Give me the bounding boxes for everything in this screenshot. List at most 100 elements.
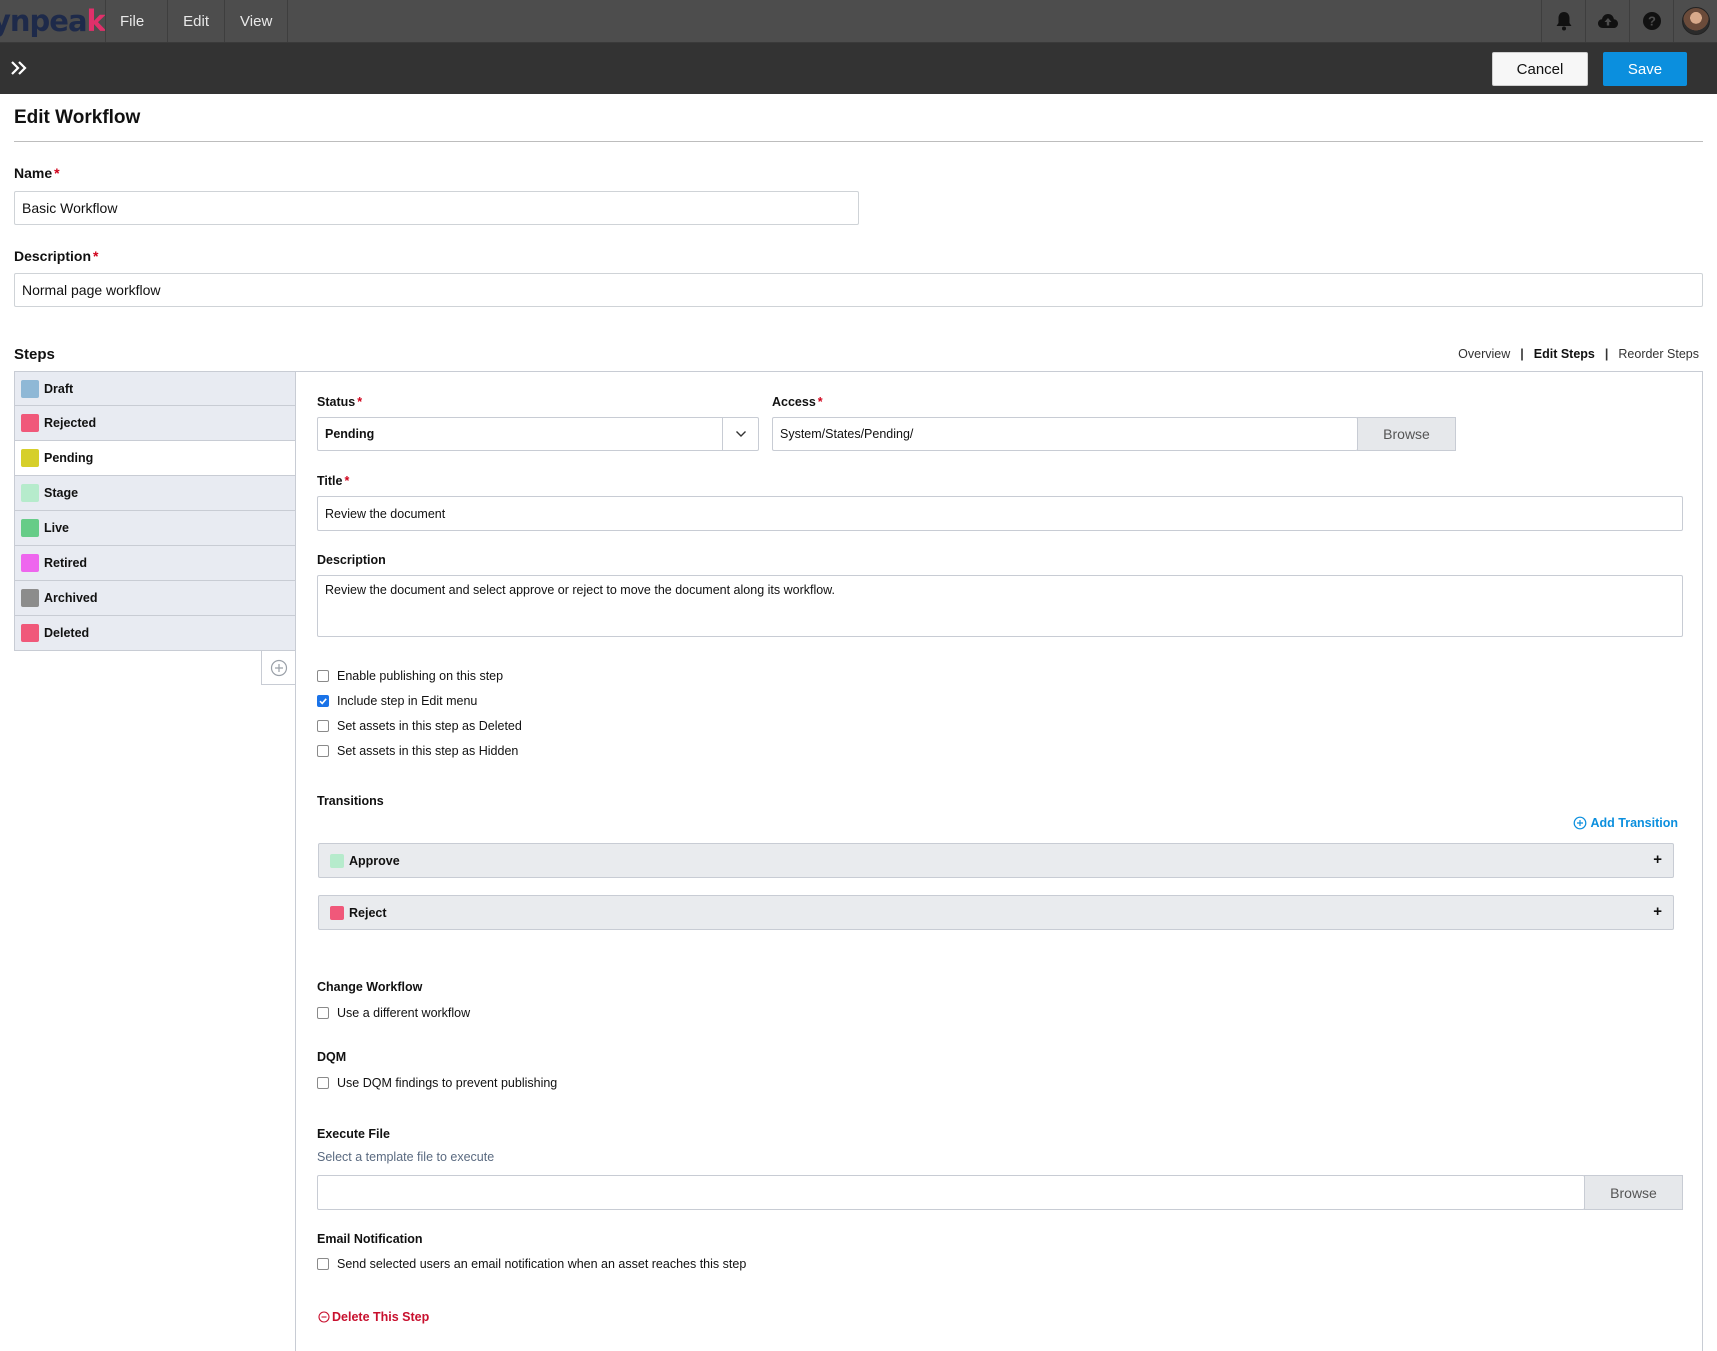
topbar-icons: ? — [1541, 0, 1717, 42]
email-notification-checkbox[interactable] — [317, 1258, 329, 1270]
execute-file-hint: Select a template file to execute — [317, 1150, 495, 1164]
change-workflow-label: Change Workflow — [317, 980, 423, 994]
required-mark: * — [817, 395, 823, 409]
plus-circle-icon — [1573, 816, 1586, 830]
title-label-text: Title — [317, 474, 343, 488]
different-workflow-checkbox[interactable] — [317, 1007, 329, 1019]
option-label: Use a different workflow — [337, 1006, 471, 1020]
svg-text:?: ? — [1648, 14, 1656, 29]
access-browse-button[interactable]: Browse — [1357, 417, 1456, 451]
menu-view[interactable]: View — [225, 0, 289, 42]
step-color-swatch — [21, 414, 39, 432]
expand-icon[interactable]: + — [1653, 851, 1662, 868]
cloud-upload-icon[interactable] — [1585, 0, 1629, 42]
option-label: Set assets in this step as Hidden — [337, 744, 519, 758]
step-item-live[interactable]: Live — [14, 511, 296, 546]
step-label: Live — [44, 521, 70, 535]
step-item-stage[interactable]: Stage — [14, 476, 296, 511]
page-title: Edit Workflow — [14, 107, 141, 128]
view-link-edit-steps[interactable]: Edit Steps — [1534, 347, 1595, 361]
expand-icon[interactable]: + — [1653, 903, 1662, 920]
execute-file-label: Execute File — [317, 1127, 390, 1141]
expand-sidebar-icon[interactable] — [9, 57, 31, 79]
step-label: Stage — [44, 486, 79, 500]
step-item-draft[interactable]: Draft — [14, 371, 296, 406]
step-item-pending[interactable]: Pending — [14, 441, 296, 476]
option-label: Use DQM findings to prevent publishing — [337, 1076, 558, 1090]
step-item-archived[interactable]: Archived — [14, 581, 296, 616]
step-color-swatch — [21, 519, 39, 537]
name-input[interactable]: Basic Workflow — [14, 191, 859, 225]
execute-file-input[interactable] — [317, 1175, 1585, 1210]
step-detail-panel: Status * Pending Access * System/States/Pe… — [295, 371, 1703, 1351]
step-color-swatch — [21, 554, 39, 572]
chevron-down-icon[interactable] — [722, 418, 758, 450]
dqm-checkbox[interactable] — [317, 1077, 329, 1089]
add-step-button[interactable] — [261, 651, 296, 685]
transition-color-swatch — [330, 905, 344, 920]
add-transition-button[interactable]: Add Transition — [1573, 816, 1679, 830]
option-include-in-edit-menu: Include step in Edit menu — [317, 694, 477, 708]
view-link-overview[interactable]: Overview — [1458, 347, 1510, 361]
step-color-swatch — [21, 589, 39, 607]
menu-file[interactable]: File — [106, 0, 169, 42]
step-color-swatch — [21, 379, 39, 398]
set-hidden-checkbox[interactable] — [317, 745, 329, 757]
enable-publishing-checkbox[interactable] — [317, 670, 329, 682]
add-transition-label: Add Transition — [1590, 816, 1679, 830]
status-select[interactable]: Pending — [317, 417, 759, 451]
access-label-text: Access — [772, 395, 816, 409]
description-input[interactable]: Normal page workflow — [14, 273, 1703, 307]
description-label-text: Description — [14, 248, 92, 264]
transition-reject[interactable]: Reject + — [318, 895, 1674, 930]
help-icon[interactable]: ? — [1629, 0, 1673, 42]
step-label: Pending — [44, 451, 94, 465]
step-item-retired[interactable]: Retired — [14, 546, 296, 581]
option-label: Set assets in this step as Deleted — [337, 719, 522, 733]
step-item-rejected[interactable]: Rejected — [14, 406, 296, 441]
set-deleted-checkbox[interactable] — [317, 720, 329, 732]
view-separator: | — [1520, 347, 1524, 361]
minus-circle-icon — [318, 1311, 330, 1323]
step-description-label: Description — [317, 553, 386, 567]
title-divider — [14, 141, 1703, 142]
save-button[interactable]: Save — [1603, 52, 1687, 86]
step-description-textarea[interactable]: Review the document and select approve o… — [317, 575, 1683, 637]
required-mark: * — [357, 395, 363, 409]
access-input[interactable]: System/States/Pending/ — [772, 417, 1358, 451]
step-color-swatch — [21, 449, 39, 467]
name-label: Name * — [14, 165, 60, 181]
step-title-input[interactable]: Review the document — [317, 496, 1683, 531]
option-set-hidden: Set assets in this step as Hidden — [317, 744, 518, 758]
execute-file-browse-button[interactable]: Browse — [1584, 1175, 1683, 1210]
access-label: Access * — [772, 395, 823, 409]
logo-accent: k — [86, 4, 105, 38]
menu-edit[interactable]: Edit — [168, 0, 226, 42]
bell-icon[interactable] — [1541, 0, 1585, 42]
status-label-text: Status — [317, 395, 356, 409]
description-label: Description * — [14, 248, 98, 264]
step-color-swatch — [21, 484, 39, 502]
view-separator: | — [1604, 347, 1609, 361]
steps-list: Draft Rejected Pending Stage Live Retire… — [14, 371, 296, 651]
dqm-label: DQM — [317, 1050, 347, 1064]
step-item-deleted[interactable]: Deleted — [14, 616, 296, 651]
cancel-button[interactable]: Cancel — [1492, 52, 1588, 86]
delete-step-button[interactable]: Delete This Step — [318, 1310, 429, 1324]
view-link-reorder-steps[interactable]: Reorder Steps — [1618, 347, 1699, 361]
transition-label: Approve — [349, 853, 400, 868]
app-logo[interactable]: ynpea k — [0, 0, 106, 42]
transitions-label: Transitions — [317, 794, 384, 808]
top-menubar: ynpea k File Edit View ? — [0, 0, 1717, 43]
include-edit-menu-checkbox[interactable] — [317, 695, 329, 707]
user-avatar[interactable] — [1673, 0, 1717, 42]
step-label: Archived — [44, 591, 98, 605]
transition-approve[interactable]: Approve + — [318, 843, 1674, 878]
required-mark: * — [93, 248, 99, 264]
status-select-value: Pending — [325, 427, 375, 441]
option-dqm: Use DQM findings to prevent publishing — [317, 1076, 557, 1090]
logo-text: ynpea — [0, 4, 88, 38]
delete-step-label: Delete This Step — [332, 1310, 430, 1324]
avatar-image — [1681, 7, 1710, 35]
transition-color-swatch — [330, 853, 344, 868]
